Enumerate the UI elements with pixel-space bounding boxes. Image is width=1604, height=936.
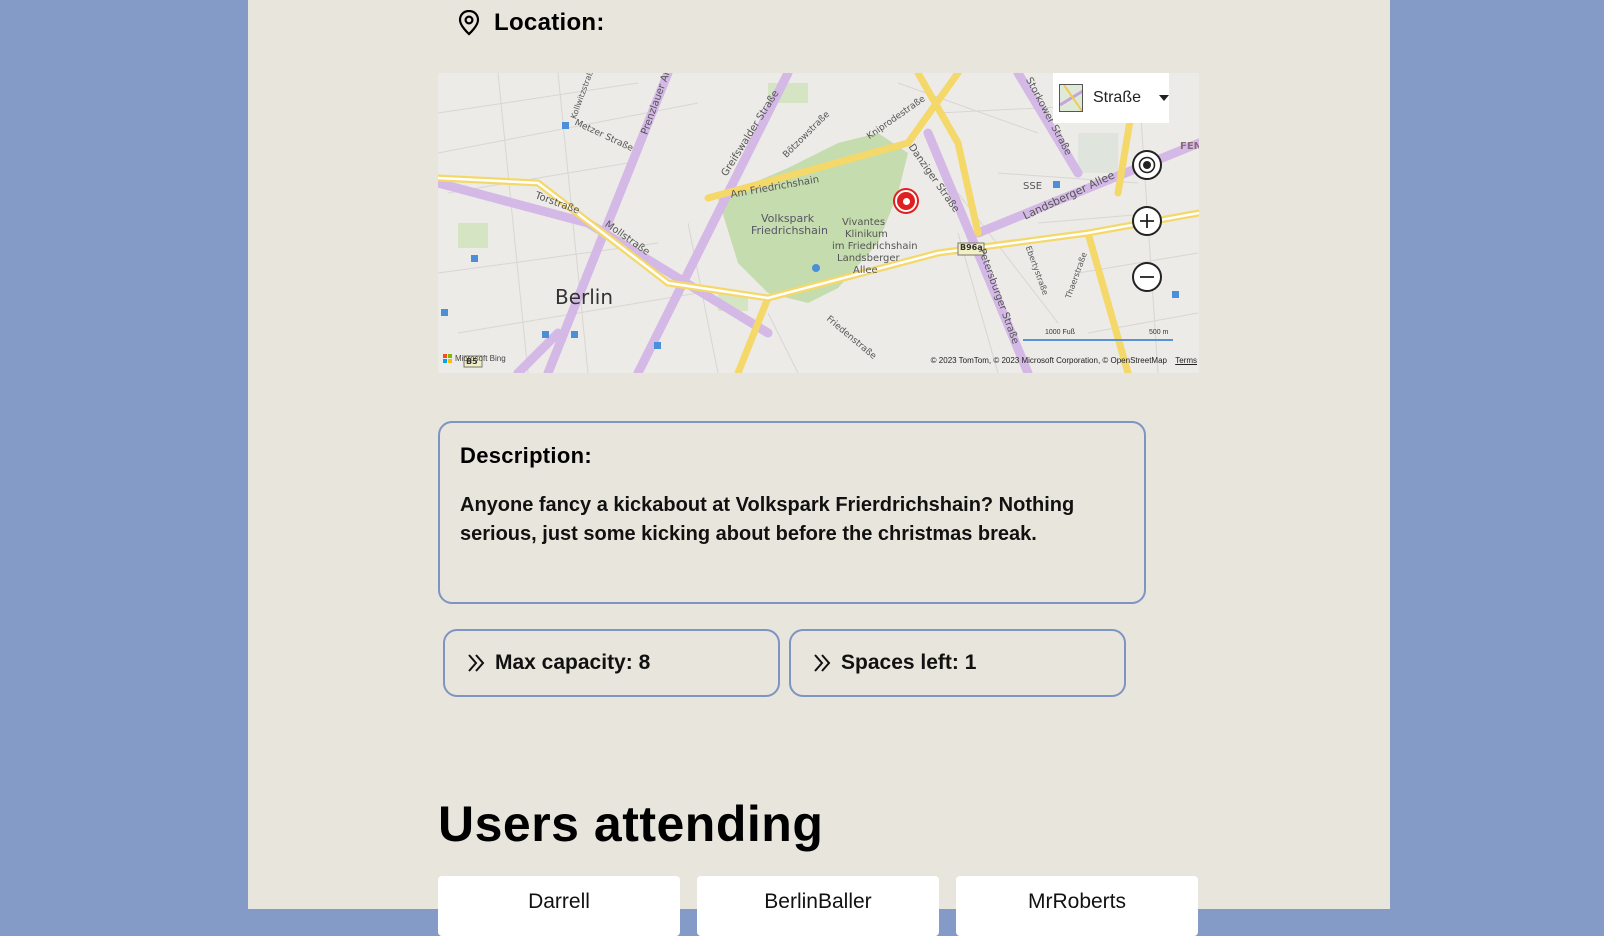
terms-link[interactable]: Terms <box>1175 356 1197 365</box>
spaces-left-label: Spaces left: 1 <box>841 651 977 674</box>
zoom-in-button[interactable] <box>1132 206 1162 236</box>
user-name: BerlinBaller <box>764 890 872 913</box>
map-poi-label: SSE <box>1023 181 1043 192</box>
road-map-icon <box>1059 84 1083 112</box>
user-name: MrRoberts <box>1027 890 1127 913</box>
attribution-text[interactable]: © 2023 TomTom, © 2023 Microsoft Corporat… <box>931 356 1167 365</box>
description-text: Anyone fancy a kickabout at Volkspark Fr… <box>460 494 1075 545</box>
scale-bar <box>1023 339 1173 341</box>
user-card[interactable]: BerlinBaller <box>697 876 939 936</box>
location-map[interactable]: B96a B5 Berlin Volkspark Friedrichshain … <box>438 73 1199 373</box>
map-pin-icon <box>458 10 480 36</box>
user-name: Darrell <box>528 890 590 913</box>
map-poi-label: FEN <box>1180 141 1199 152</box>
zoom-out-button[interactable] <box>1132 262 1162 292</box>
max-capacity-card: Max capacity: 8 <box>443 629 780 697</box>
locate-me-button[interactable] <box>1132 150 1162 180</box>
users-attending-heading: Users attending <box>438 796 824 852</box>
location-heading: Location: <box>458 6 605 40</box>
minus-icon <box>1140 276 1154 278</box>
map-hospital-label-1: Vivantes <box>842 217 886 228</box>
description-title: Description: <box>460 443 592 468</box>
spaces-left-card: Spaces left: 1 <box>789 629 1126 697</box>
location-marker[interactable] <box>895 190 917 212</box>
user-card[interactable]: MrRoberts <box>956 876 1198 936</box>
bing-label: Microsoft Bing <box>455 354 506 363</box>
scale-feet: 1000 Fuß <box>1045 329 1075 336</box>
map-park-label-2: Friedrichshain <box>751 224 828 237</box>
map-hospital-label-4: Landsberger <box>837 253 900 264</box>
max-capacity-label: Max capacity: 8 <box>495 651 651 674</box>
target-icon <box>1138 156 1156 174</box>
map-attribution: © 2023 TomTom, © 2023 Microsoft Corporat… <box>931 356 1197 365</box>
map-hospital-label-5: Allee <box>853 265 878 276</box>
scale-meters: 500 m <box>1149 329 1169 336</box>
user-card[interactable]: Darrell <box>438 876 680 936</box>
map-style-selector[interactable]: Straße <box>1053 73 1169 123</box>
plus-icon <box>1140 214 1154 228</box>
map-city-label: Berlin <box>555 285 614 309</box>
description-card: Description: Anyone fancy a kickabout at… <box>438 421 1146 604</box>
bing-logo: Microsoft Bing <box>443 354 506 363</box>
microsoft-logo-icon <box>443 354 452 363</box>
double-chevron-right-icon <box>468 654 485 672</box>
map-hospital-label-2: Klinikum <box>845 229 888 240</box>
map-hospital-label-3: im Friedrichshain <box>832 241 918 252</box>
chevron-down-icon <box>1159 95 1169 101</box>
location-label: Location: <box>494 9 605 36</box>
double-chevron-right-icon <box>814 654 831 672</box>
event-page: Location: B96a B5 Berlin Volkspark Fried… <box>248 0 1390 936</box>
map-style-label: Straße <box>1092 89 1141 106</box>
